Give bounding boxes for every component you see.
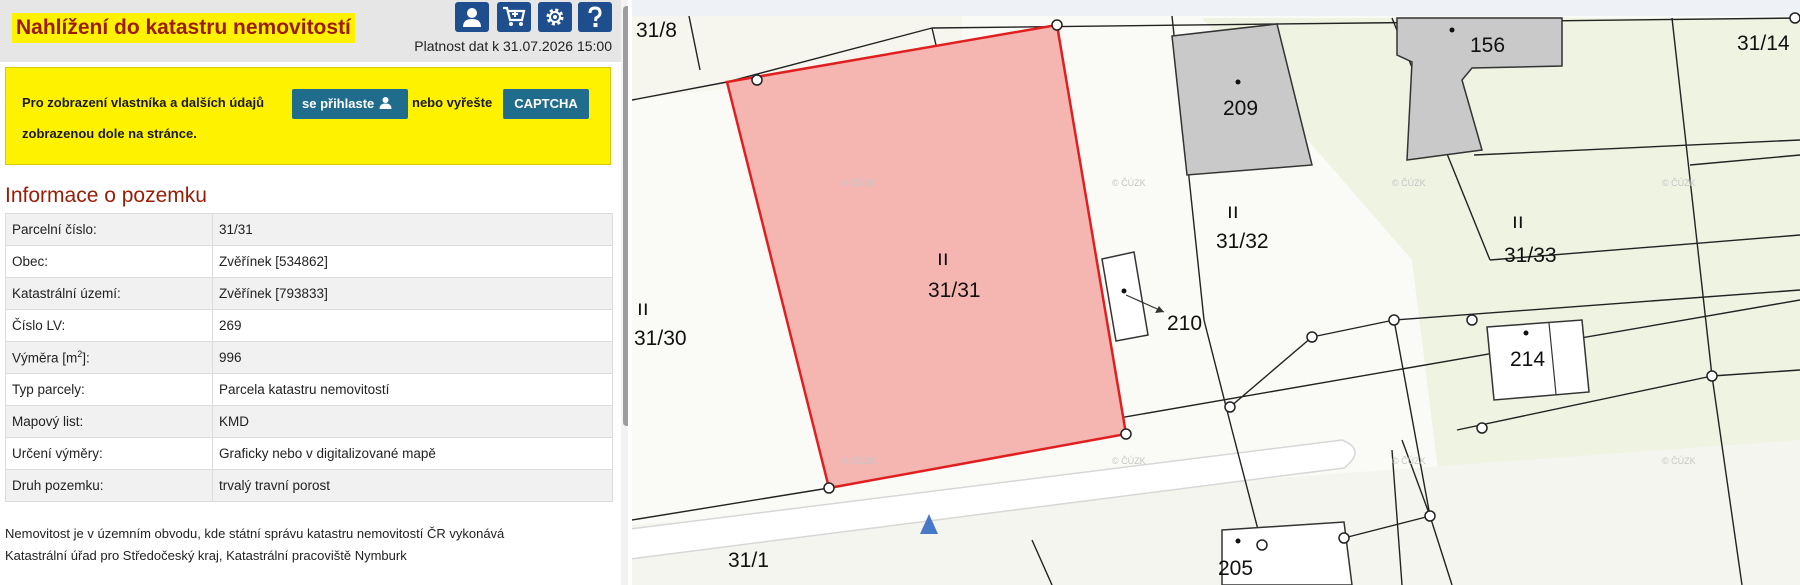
row-label: Typ parcely:: [5, 373, 213, 406]
table-row: Typ parcely: Parcela katastru nemovitostí: [5, 373, 613, 406]
row-label: Číslo LV:: [5, 309, 213, 342]
parcel-label: 31/33: [1504, 244, 1557, 267]
row-label: Obec:: [5, 245, 213, 278]
notice-text-after: zobrazenou dole na stránce.: [22, 126, 197, 141]
cart-icon: [503, 6, 526, 26]
table-row: Mapový list: KMD: [5, 405, 613, 438]
row-value: 996: [212, 341, 613, 374]
parcel-info-table: Parcelní číslo: 31/31 Obec: Zvěřínek [5348…: [5, 213, 613, 502]
data-validity-text: Platnost dat k 31.07.2026 15:00: [414, 38, 612, 54]
building-label: 210: [1167, 312, 1202, 335]
table-row: Druh pozemku: trvalý travní porost: [5, 469, 613, 502]
scroll-thumb[interactable]: [623, 6, 628, 426]
grass-symbol: ıı: [937, 247, 949, 270]
help-button[interactable]: [578, 2, 612, 32]
user-button[interactable]: [455, 2, 489, 32]
row-value: 31/31: [212, 213, 613, 246]
table-row: Obec: Zvěřínek [534862]: [5, 245, 613, 278]
building-label: 156: [1470, 34, 1505, 57]
row-value: Parcela katastru nemovitostí: [212, 373, 613, 406]
login-button[interactable]: se přihlaste: [292, 89, 408, 119]
grass-symbol: ıı: [1227, 200, 1239, 223]
gear-icon: [546, 8, 564, 26]
app-header: Nahlížení do katastru nemovitostí Platno…: [0, 0, 628, 62]
cadastral-map[interactable]: © ČÚZK © ČÚZK © ČÚZK © ČÚZK © ČÚZK © ČÚZ…: [632, 0, 1800, 585]
app-title: Nahlížení do katastru nemovitostí: [12, 13, 355, 43]
row-value: Zvěřínek [793833]: [212, 277, 613, 310]
user-icon: [463, 8, 481, 27]
parcel-label: 31/1: [728, 549, 769, 572]
row-label: Parcelní číslo:: [5, 213, 213, 246]
help-icon: [588, 6, 602, 27]
note-line: Katastrální úřad pro Středočeský kraj, K…: [5, 548, 407, 563]
settings-button[interactable]: [538, 2, 572, 32]
building-label: 205: [1218, 557, 1253, 580]
jurisdiction-note: Nemovitost je v územním obvodu, kde stát…: [5, 523, 605, 567]
watermark: © ČÚZK: [1662, 456, 1696, 466]
row-label: Mapový list:: [5, 405, 213, 438]
cart-button[interactable]: [497, 2, 531, 32]
owner-notice: Pro zobrazení vlastníka a dalších údajů …: [5, 67, 611, 165]
login-label: se přihlaste: [302, 96, 375, 111]
row-label: Určení výměry:: [5, 437, 213, 470]
watermark: © ČÚZK: [1662, 178, 1696, 188]
watermark: © ČÚZK: [842, 178, 876, 188]
row-label: Katastrální území:: [5, 277, 213, 310]
notice-text-before: Pro zobrazení vlastníka a dalších údajů: [22, 95, 265, 110]
grass-symbol: ıı: [637, 297, 649, 320]
table-row: Výměra [m2]: 996: [5, 341, 613, 374]
captcha-button[interactable]: CAPTCHA: [503, 89, 589, 119]
row-label: Výměra [m2]:: [5, 341, 213, 374]
parcel-label: 31/31: [928, 279, 981, 302]
user-icon: [379, 90, 392, 120]
building-label: 209: [1223, 97, 1258, 120]
watermark: © ČÚZK: [1112, 456, 1146, 466]
parcel-label: 31/30: [634, 327, 687, 350]
row-label: Druh pozemku:: [5, 469, 213, 502]
watermark: © ČÚZK: [1392, 456, 1426, 466]
row-value: trvalý travní porost: [212, 469, 613, 502]
parcel-label: 31/32: [1216, 230, 1269, 253]
info-panel: Nahlížení do katastru nemovitostí Platno…: [0, 0, 628, 585]
row-value: 269: [212, 309, 613, 342]
watermark: © ČÚZK: [1112, 178, 1146, 188]
table-row: Katastrální území: Zvěřínek [793833]: [5, 277, 613, 310]
section-title: Informace o pozemku: [5, 184, 207, 207]
watermark: © ČÚZK: [842, 456, 876, 466]
row-value: Zvěřínek [534862]: [212, 245, 613, 278]
watermark: © ČÚZK: [1392, 178, 1426, 188]
row-value: Graficky nebo v digitalizované mapě: [212, 437, 613, 470]
row-value: KMD: [212, 405, 613, 438]
parcel-label: 31/8: [636, 19, 677, 42]
parcel-label: 31/14: [1737, 32, 1790, 55]
notice-text-middle: nebo vyřešte: [412, 95, 493, 110]
grass-symbol: ıı: [1512, 210, 1524, 233]
scrollbar[interactable]: [621, 0, 628, 585]
building-label: 214: [1510, 348, 1545, 371]
table-row: Parcelní číslo: 31/31: [5, 213, 613, 246]
table-row: Číslo LV: 269: [5, 309, 613, 342]
note-line: Nemovitost je v územním obvodu, kde stát…: [5, 526, 505, 541]
table-row: Určení výměry: Graficky nebo v digitalizo…: [5, 437, 613, 470]
